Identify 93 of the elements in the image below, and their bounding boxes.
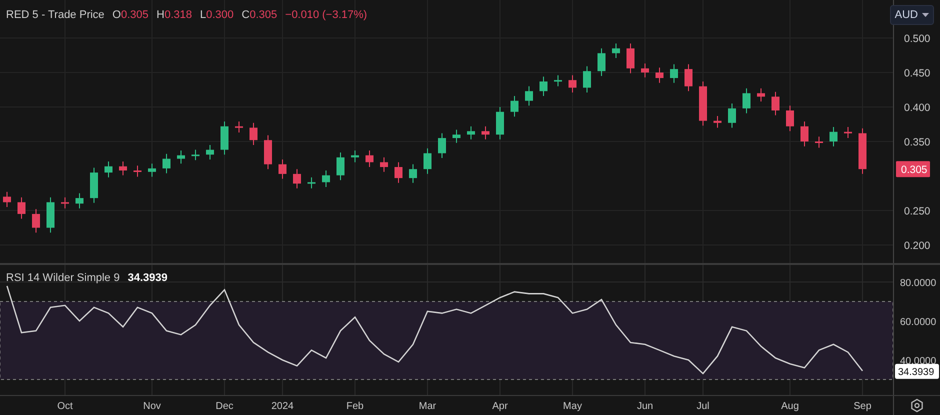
candle bbox=[220, 121, 228, 156]
candle bbox=[61, 196, 69, 209]
candle bbox=[656, 67, 664, 84]
candle bbox=[742, 88, 750, 114]
candle bbox=[104, 161, 112, 178]
axis-label: 60.0000 bbox=[900, 317, 936, 328]
price-change: −0.010 (−3.17%) bbox=[285, 8, 368, 23]
settings-icon[interactable] bbox=[911, 398, 923, 412]
axis-label: Sep bbox=[854, 401, 872, 412]
candle bbox=[714, 115, 722, 128]
candle bbox=[351, 150, 359, 163]
candle bbox=[119, 161, 127, 176]
candle bbox=[467, 126, 475, 140]
chart-title: RED 5 - Trade Price bbox=[6, 8, 104, 23]
axis-label: Apr bbox=[492, 401, 508, 412]
candle bbox=[670, 64, 678, 84]
axis-label: 0.250 bbox=[904, 206, 930, 218]
candle bbox=[540, 76, 548, 96]
indicator-title: RSI 14 Wilder Simple 9 bbox=[6, 271, 120, 286]
axis-label: Oct bbox=[57, 401, 73, 412]
ohlc-value: L0.300 bbox=[200, 8, 234, 23]
candle bbox=[32, 208, 40, 234]
candle bbox=[366, 150, 374, 168]
candle bbox=[177, 150, 185, 164]
caret-icon bbox=[922, 12, 929, 18]
axis-label: 2024 bbox=[271, 401, 294, 412]
candle bbox=[830, 126, 838, 147]
ohlc-value: H0.318 bbox=[156, 8, 192, 23]
candle bbox=[452, 129, 460, 144]
candle bbox=[308, 176, 316, 189]
axis-label: Nov bbox=[143, 401, 161, 412]
candle bbox=[18, 196, 26, 220]
currency-dropdown[interactable]: AUD bbox=[890, 5, 934, 25]
candle bbox=[858, 128, 866, 174]
candle bbox=[598, 48, 606, 76]
candle bbox=[235, 121, 243, 134]
ohlc-value: C0.305 bbox=[242, 8, 278, 23]
candle bbox=[46, 196, 54, 234]
candle bbox=[148, 163, 156, 178]
candle bbox=[554, 74, 562, 87]
candle bbox=[496, 106, 504, 140]
axis-label: Dec bbox=[216, 401, 234, 412]
axis-label: 0.450 bbox=[904, 68, 930, 80]
candle bbox=[250, 122, 258, 146]
axis-label: 0.400 bbox=[904, 102, 930, 114]
axis-label: 80.0000 bbox=[900, 278, 936, 289]
candle bbox=[757, 88, 765, 102]
candle bbox=[800, 121, 808, 147]
candle bbox=[336, 152, 344, 181]
candle bbox=[641, 63, 649, 78]
candle bbox=[525, 86, 533, 106]
axis-label: Feb bbox=[346, 401, 364, 412]
candle bbox=[3, 191, 11, 208]
candle bbox=[293, 168, 301, 189]
axis-label: Mar bbox=[418, 401, 436, 412]
axis-label: 0.350 bbox=[904, 136, 930, 148]
candle bbox=[626, 43, 634, 74]
candle bbox=[380, 156, 388, 172]
candle bbox=[844, 126, 852, 139]
candle bbox=[612, 43, 620, 59]
axis-label: 0.200 bbox=[904, 240, 930, 252]
candle bbox=[134, 165, 142, 178]
price-tag: 0.305 bbox=[896, 161, 930, 178]
indicator-value: 34.3939 bbox=[128, 271, 168, 286]
candle bbox=[76, 192, 84, 209]
candle bbox=[568, 74, 576, 94]
value-tag: 34.3939 bbox=[895, 364, 939, 379]
candle bbox=[699, 80, 707, 126]
candle bbox=[424, 148, 432, 174]
candle bbox=[786, 105, 794, 132]
axis-label: 0.500 bbox=[904, 33, 930, 46]
candle bbox=[728, 103, 736, 128]
candle bbox=[815, 136, 823, 148]
candle bbox=[482, 126, 490, 140]
axis-label: May bbox=[563, 401, 582, 412]
axis-label: Aug bbox=[781, 401, 799, 412]
candle bbox=[322, 170, 330, 188]
candle bbox=[264, 134, 272, 170]
candle bbox=[510, 95, 518, 118]
candle bbox=[583, 66, 591, 94]
candle bbox=[206, 144, 214, 160]
candle bbox=[192, 149, 200, 161]
candle bbox=[394, 162, 402, 184]
axis-label: Jul bbox=[696, 401, 710, 412]
candle bbox=[162, 153, 170, 174]
candle bbox=[90, 167, 98, 204]
axis-label: Jun bbox=[636, 401, 654, 412]
ohlc-value: O0.305 bbox=[112, 8, 149, 23]
candle bbox=[438, 132, 446, 159]
candle bbox=[684, 64, 692, 92]
candle bbox=[278, 158, 286, 180]
candle bbox=[409, 164, 417, 184]
candle bbox=[772, 91, 780, 116]
